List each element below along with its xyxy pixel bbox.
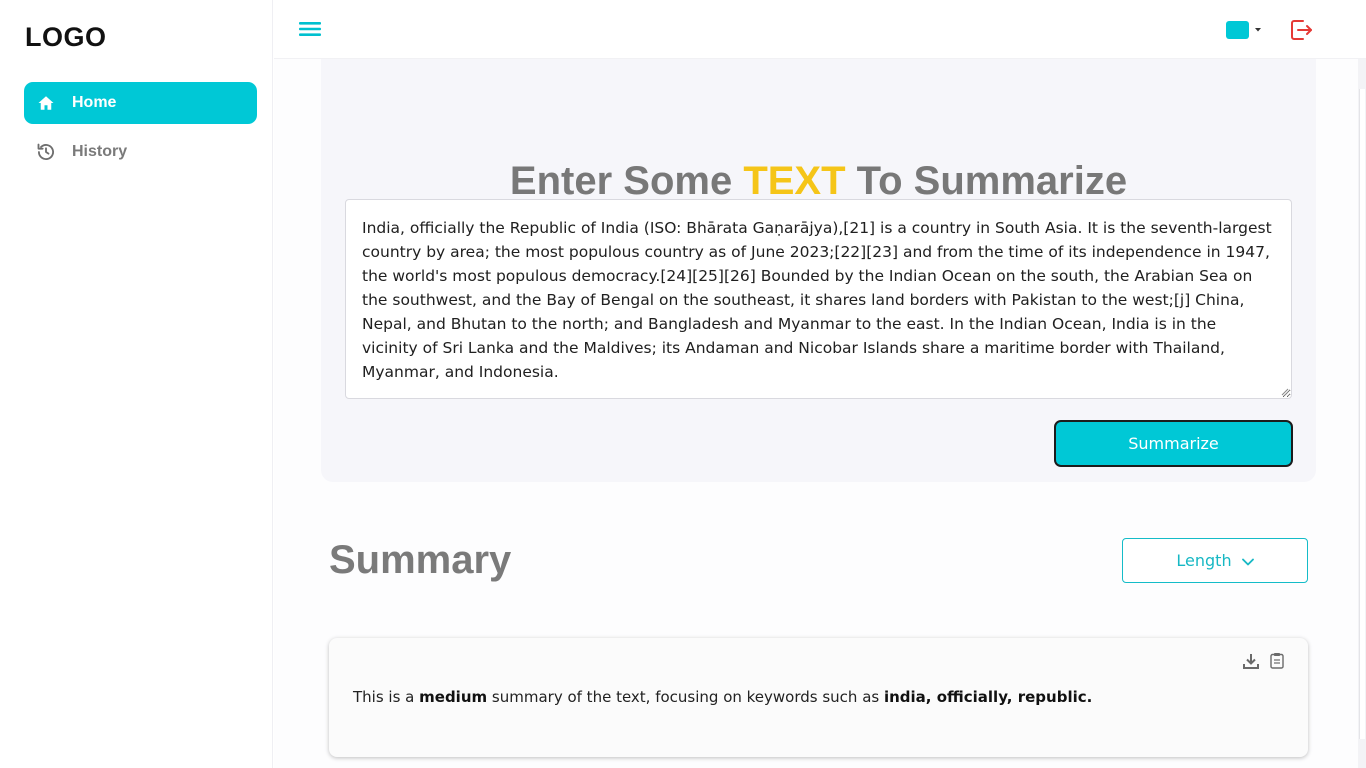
color-picker-dropdown[interactable] (1226, 21, 1266, 39)
summary-keywords: india, officially, republic. (883, 688, 1093, 706)
headline-accent: TEXT (743, 159, 846, 203)
history-icon (36, 142, 56, 162)
text-input-wrapper: India, officially the Republic of India … (345, 199, 1292, 399)
chevron-down-icon (1241, 551, 1254, 570)
length-dropdown-label: Length (1176, 551, 1232, 570)
sidebar-item-label: Home (72, 94, 117, 111)
summary-text-part: This is a (353, 688, 420, 706)
summary-heading: Summary (329, 538, 512, 582)
summary-card: This is a medium summary of the text, fo… (329, 638, 1308, 757)
summary-text: This is a medium summary of the text, fo… (353, 688, 1092, 706)
clipboard-icon[interactable] (1270, 652, 1284, 669)
vertical-scrollbar[interactable] (1358, 59, 1366, 768)
length-dropdown[interactable]: Length (1122, 538, 1308, 583)
headline-prefix: Enter Some (509, 159, 744, 203)
resize-grip-icon[interactable] (1281, 388, 1289, 396)
hamburger-menu-icon[interactable] (298, 18, 322, 40)
home-icon (36, 93, 56, 113)
summary-text-part: summary of the text, focusing on keyword… (487, 688, 884, 706)
summary-length-keyword: medium (419, 688, 488, 706)
sidebar-item-label: History (72, 143, 128, 160)
sidebar: LOGO Home History (0, 0, 273, 768)
sidebar-item-history[interactable]: History (24, 131, 257, 173)
top-bar (274, 0, 1366, 59)
download-icon[interactable] (1243, 653, 1259, 669)
logout-icon[interactable] (1288, 17, 1314, 43)
headline-suffix: To Summarize (845, 159, 1128, 203)
scrollbar-thumb[interactable] (1359, 89, 1365, 739)
app-logo: LOGO (25, 22, 107, 52)
summarize-text-input[interactable]: India, officially the Republic of India … (345, 199, 1292, 399)
page-title: Enter Some TEXT To Summarize (321, 159, 1316, 204)
sidebar-item-home[interactable]: Home (24, 82, 257, 124)
summarize-button[interactable]: Summarize (1054, 420, 1293, 467)
